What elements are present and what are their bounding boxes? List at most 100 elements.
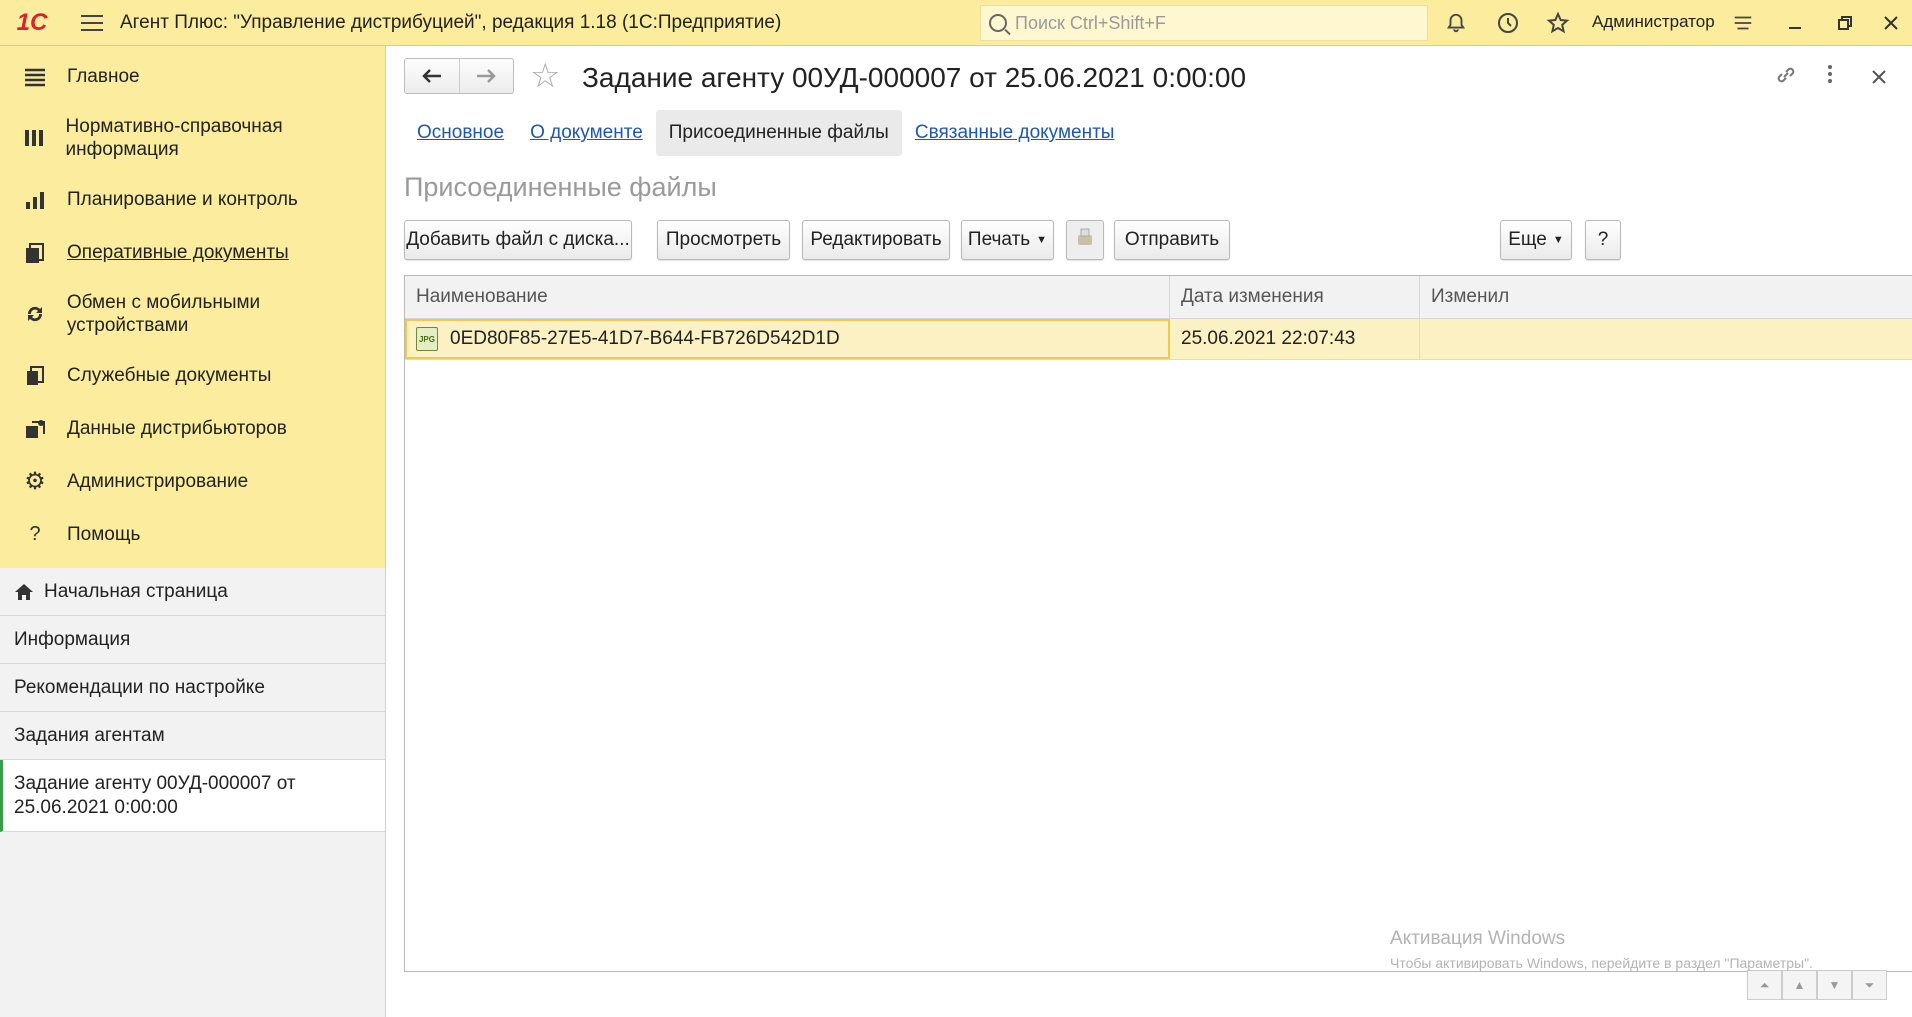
- catalog-icon: [20, 123, 49, 153]
- jpg-file-icon: JPG: [416, 327, 438, 351]
- tab-related-documents[interactable]: Связанные документы: [902, 110, 1128, 156]
- section-main[interactable]: Главное: [0, 50, 385, 103]
- document-form: ☆ Задание агенту 00УД-000007 от 25.06.20…: [387, 46, 1912, 1017]
- send-button[interactable]: Отправить: [1114, 220, 1230, 260]
- section-planning[interactable]: Планирование и контроль: [0, 173, 385, 226]
- sidebar: Главное Нормативно-справочная информация…: [0, 46, 386, 1017]
- tab-about-document[interactable]: О документе: [517, 110, 656, 156]
- open-item-agent-tasks[interactable]: Задания агентам: [0, 712, 385, 760]
- section-label: Администрирование: [67, 471, 249, 492]
- files-table[interactable]: Наименование Дата изменения Изменил JPG …: [404, 275, 1912, 972]
- section-operational-docs[interactable]: Оперативные документы: [0, 226, 385, 279]
- menu-icon[interactable]: [64, 0, 120, 46]
- section-help[interactable]: ? Помощь: [0, 508, 385, 561]
- more-label: Еще: [1508, 229, 1547, 250]
- chevron-down-icon: ▼: [1036, 234, 1048, 246]
- windows-activation-title: Активация Windows: [1390, 928, 1566, 949]
- more-button[interactable]: Еще ▼: [1500, 220, 1572, 260]
- service-docs-icon: [20, 361, 50, 391]
- scroll-up-icon[interactable]: ▲: [1782, 970, 1817, 1000]
- scroll-down-icon[interactable]: ▼: [1817, 970, 1852, 1000]
- open-item-label: Информация: [14, 628, 131, 650]
- search-icon: [989, 14, 1007, 32]
- close-app-icon[interactable]: [1876, 8, 1906, 38]
- section-mobile-exchange[interactable]: Обмен с мобильными устройствами: [0, 279, 385, 349]
- open-item-label: Задания агентам: [14, 724, 165, 746]
- settings-menu-icon[interactable]: [1728, 8, 1758, 38]
- scan-button[interactable]: [1066, 220, 1104, 260]
- close-form-icon[interactable]: [1872, 64, 1886, 90]
- app-logo[interactable]: 1С: [0, 0, 64, 46]
- table-header: Наименование Дата изменения Изменил: [405, 276, 1912, 319]
- favorites-star-icon[interactable]: [1543, 8, 1573, 38]
- section-label: Планирование и контроль: [67, 189, 298, 210]
- file-name: 0ED80F85-27E5-41D7-B644-FB726D542D1D: [450, 328, 840, 349]
- section-administration[interactable]: ⚙ Администрирование: [0, 455, 385, 508]
- cell-author[interactable]: [1420, 319, 1912, 359]
- section-label: Помощь: [67, 524, 141, 545]
- sync-icon: [20, 299, 50, 329]
- distributors-icon: [20, 414, 50, 444]
- scanner-icon: [1075, 226, 1095, 254]
- scroll-top-icon[interactable]: ⏶: [1747, 970, 1782, 1000]
- section-label: Главное: [67, 66, 140, 87]
- title-bar: 1С Агент Плюс: "Управление дистрибуцией"…: [0, 0, 1912, 46]
- help-button[interactable]: ?: [1585, 220, 1621, 260]
- open-item-current-document[interactable]: Задание агенту 00УД-000007 от 25.06.2021…: [0, 760, 385, 832]
- open-item-recommendations[interactable]: Рекомендации по настройке: [0, 664, 385, 712]
- table-row[interactable]: JPG 0ED80F85-27E5-41D7-B644-FB726D542D1D…: [405, 319, 1912, 360]
- command-bar: Добавить файл с диска... Просмотреть Ред…: [404, 220, 1912, 260]
- open-item-label: Рекомендации по настройке: [14, 676, 265, 698]
- view-button[interactable]: Просмотреть: [657, 220, 790, 260]
- bell-icon[interactable]: [1441, 8, 1471, 38]
- more-actions-icon[interactable]: [1827, 64, 1833, 90]
- documents-icon: [20, 238, 50, 268]
- print-label: Печать: [967, 229, 1031, 250]
- section-label: Обмен с мобильными устройствами: [66, 292, 261, 336]
- scroll-bottom-icon[interactable]: ⏷: [1852, 970, 1887, 1000]
- gear-icon: ⚙: [24, 468, 46, 495]
- add-file-button[interactable]: Добавить файл с диска...: [404, 220, 632, 260]
- sections-panel: Главное Нормативно-справочная информация…: [0, 46, 385, 568]
- tab-attached-files[interactable]: Присоединенные файлы: [655, 110, 902, 156]
- windows-activation-hint: Чтобы активировать Windows, перейдите в …: [1390, 955, 1813, 971]
- minimize-icon[interactable]: [1780, 8, 1810, 38]
- list-icon: [20, 62, 50, 92]
- table-scroll-nav: ⏶ ▲ ▼ ⏷: [1747, 970, 1887, 1000]
- chart-icon: [20, 185, 50, 215]
- section-service-docs[interactable]: Служебные документы: [0, 349, 385, 402]
- section-distributors-data[interactable]: Данные дистрибьюторов: [0, 402, 385, 455]
- forward-arrow-icon[interactable]: [458, 59, 514, 93]
- open-item-info[interactable]: Информация: [0, 616, 385, 664]
- link-icon[interactable]: [1775, 64, 1797, 92]
- cell-modified[interactable]: 25.06.2021 22:07:43: [1170, 319, 1420, 359]
- chevron-down-icon: ▼: [1552, 234, 1564, 246]
- section-reference-info[interactable]: Нормативно-справочная информация: [0, 103, 385, 173]
- section-title: Присоединенные файлы: [404, 172, 717, 202]
- home-icon: [14, 583, 34, 601]
- print-button[interactable]: Печать ▼: [961, 220, 1054, 260]
- column-header-modified[interactable]: Дата изменения: [1170, 276, 1420, 318]
- cell-name[interactable]: JPG 0ED80F85-27E5-41D7-B644-FB726D542D1D: [405, 319, 1170, 359]
- section-label: Оперативные документы: [67, 242, 289, 263]
- restore-icon[interactable]: [1830, 8, 1860, 38]
- current-user[interactable]: Администратор: [1592, 12, 1715, 32]
- history-icon[interactable]: [1493, 8, 1523, 38]
- section-label: Нормативно-справочная информация: [65, 116, 283, 160]
- column-header-name[interactable]: Наименование: [405, 276, 1170, 318]
- tab-main[interactable]: Основное: [404, 110, 517, 156]
- column-header-author[interactable]: Изменил: [1420, 276, 1912, 318]
- back-arrow-icon[interactable]: [405, 59, 459, 93]
- open-item-label: Задание агенту 00УД-000007 от 25.06.2021…: [14, 772, 296, 818]
- history-nav: [404, 58, 514, 94]
- open-item-label: Начальная страница: [44, 580, 228, 602]
- open-item-home[interactable]: Начальная страница: [0, 568, 385, 616]
- search-input[interactable]: Поиск Ctrl+Shift+F: [980, 5, 1428, 41]
- document-title: Задание агенту 00УД-000007 от 25.06.2021…: [582, 62, 1247, 93]
- edit-button[interactable]: Редактировать: [802, 220, 950, 260]
- search-placeholder: Поиск Ctrl+Shift+F: [1015, 12, 1166, 33]
- section-label: Данные дистрибьюторов: [67, 418, 287, 439]
- app-title: Агент Плюс: "Управление дистрибуцией", р…: [120, 11, 782, 33]
- help-icon: ?: [29, 523, 41, 545]
- favorite-star-icon[interactable]: ☆: [530, 58, 560, 94]
